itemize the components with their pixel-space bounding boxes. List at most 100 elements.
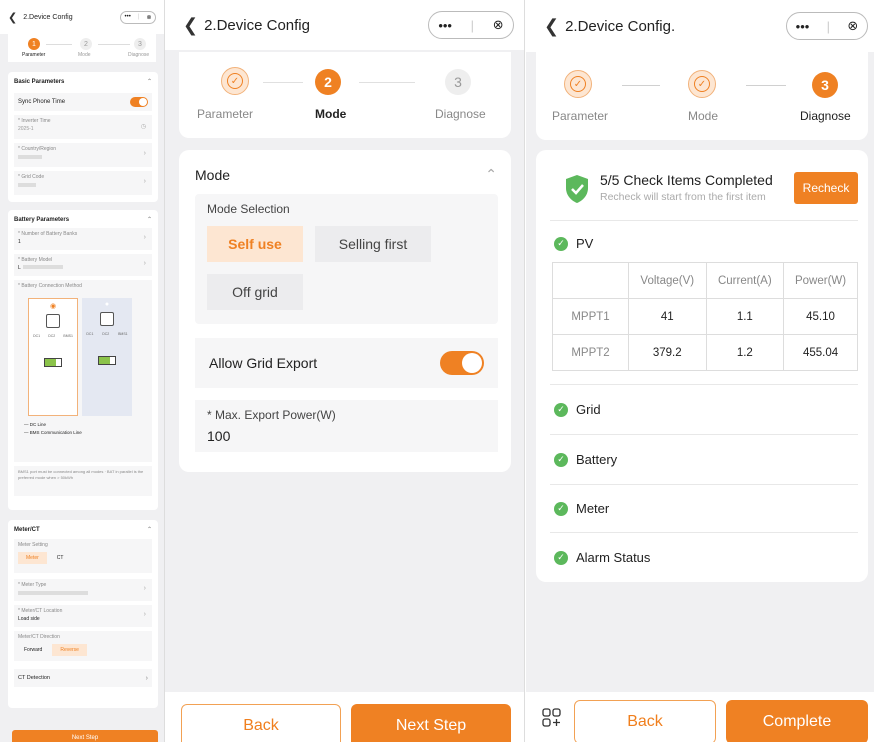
- chevron-up-icon[interactable]: ⌃: [147, 526, 152, 533]
- battery-parameters-header: Battery Parameters ⌃: [14, 216, 152, 224]
- option-meter[interactable]: Meter: [18, 552, 47, 564]
- complete-button[interactable]: Complete: [726, 700, 868, 742]
- chevron-up-icon[interactable]: ⌃: [147, 78, 152, 85]
- divider: [550, 484, 858, 485]
- back-button[interactable]: ❮ 2.Device Config: [8, 11, 73, 24]
- close-icon[interactable]: ⊗: [847, 18, 858, 34]
- mode-option-self-use[interactable]: Self use: [207, 226, 303, 262]
- stepper: ✓ ✓ 3 Parameter Mode Diagnose: [536, 52, 868, 140]
- mode-option-off-grid[interactable]: Off grid: [207, 274, 303, 310]
- option-forward[interactable]: Forward: [18, 644, 48, 656]
- recheck-button[interactable]: Recheck: [794, 172, 858, 204]
- step-1-done: ✓: [221, 67, 249, 95]
- battery-model-field[interactable]: * Battery Model L ›: [14, 254, 152, 276]
- step-1-circle: 1: [28, 38, 40, 50]
- middle-panel: ❮ 2.Device Config ••• | ⊗ ✓ 2 3 Parameter …: [165, 0, 525, 742]
- meter-ct-header: Meter/CT ⌃: [14, 526, 152, 534]
- back-button[interactable]: ❮ 2.Device Config.: [544, 16, 675, 37]
- ct-detection-label: CT Detection: [18, 675, 50, 681]
- chevron-left-icon: ❮: [544, 15, 560, 36]
- next-step-button[interactable]: Next Step: [351, 704, 511, 742]
- clock-icon: ◷: [140, 124, 146, 130]
- battery-parameters-card: Battery Parameters ⌃ * Number of Battery …: [8, 210, 158, 510]
- step-connector: [622, 85, 660, 86]
- more-icon[interactable]: •••: [125, 14, 131, 20]
- ct-detection-row[interactable]: CT Detection ›: [14, 669, 152, 687]
- country-region-field[interactable]: * Country/Region ›: [14, 143, 152, 167]
- connection-option-2[interactable]: ● DC1 DC2 BMS1: [82, 298, 132, 416]
- checkmark-icon: ✓: [694, 76, 710, 92]
- step-2-active: 2: [315, 69, 341, 95]
- meter-type-field[interactable]: * Meter Type ›: [14, 579, 152, 601]
- more-icon[interactable]: •••: [796, 19, 810, 34]
- more-icon[interactable]: •••: [438, 18, 452, 33]
- chevron-up-icon[interactable]: ⌃: [485, 166, 497, 183]
- port-label: DC1: [86, 332, 94, 336]
- legend-dc-line: — DC Line: [24, 422, 47, 427]
- mode-card: Mode ⌃ Mode Selection Self use Selling f…: [179, 150, 511, 472]
- meter-location-field[interactable]: * Meter/CT Location Load side ›: [14, 605, 152, 627]
- table-cell: MPPT2: [552, 334, 629, 371]
- section-title: Basic Parameters: [14, 78, 65, 85]
- radio-icon: ●: [104, 301, 110, 308]
- close-icon[interactable]: ⊗: [493, 17, 504, 33]
- table-cell: 455.04: [783, 334, 858, 371]
- meter-ct-card: Meter/CT ⌃ Meter Setting Meter CT * Meter…: [8, 520, 158, 708]
- table-header-row: Voltage(V) Current(A) Power(W): [552, 262, 858, 299]
- chevron-up-icon[interactable]: ⌃: [147, 216, 152, 223]
- battery-banks-field[interactable]: * Number of Battery Banks 1 ›: [14, 228, 152, 250]
- field-label: * Battery Connection Method: [18, 283, 82, 289]
- step-2-label: Mode: [688, 109, 719, 123]
- table-cell: 45.10: [783, 298, 858, 335]
- step-3-label: Diagnose: [800, 109, 851, 123]
- field-label: * Max. Export Power(W): [207, 408, 336, 422]
- port-label: DC2: [102, 332, 110, 336]
- footer-bar: Back Complete: [526, 692, 874, 742]
- next-step-button[interactable]: Next Step: [12, 730, 158, 742]
- basic-parameters-card: Basic Parameters ⌃ Sync Phone Time * Inve…: [8, 72, 158, 202]
- mode-selection-box: Mode Selection Self use Selling first Of…: [195, 194, 498, 324]
- mode-option-selling-first[interactable]: Selling first: [315, 226, 431, 262]
- step-connector: [746, 85, 786, 86]
- redacted-value: [18, 155, 42, 159]
- connection-option-1[interactable]: ◉ DC1 DC2 BMS1: [28, 298, 78, 416]
- redacted-value: [22, 265, 63, 269]
- port-labels: DC1 DC2 BMS1: [29, 334, 77, 338]
- max-export-power-field[interactable]: * Max. Export Power(W) 100: [195, 400, 498, 452]
- field-label: * Number of Battery Banks: [18, 231, 78, 237]
- back-button[interactable]: ❮ 2.Device Config: [183, 15, 310, 36]
- legend-bms-line: — BMS Communication Line: [24, 430, 82, 435]
- step-3-active: 3: [812, 72, 838, 98]
- check-item-label: PV: [576, 236, 594, 251]
- battery-icon: [98, 356, 116, 365]
- allow-grid-export-toggle[interactable]: [440, 351, 484, 375]
- add-widget-icon[interactable]: [542, 708, 562, 728]
- close-icon[interactable]: ⊗: [146, 14, 151, 21]
- meter-setting-options: Meter CT: [18, 552, 148, 564]
- inverter-time-field[interactable]: * Inverter Time 2025-1 ◷: [14, 115, 152, 139]
- field-value-row: L: [18, 265, 148, 271]
- option-reverse[interactable]: Reverse: [52, 644, 87, 656]
- mini-program-capsule: ••• | ⊗: [786, 12, 868, 40]
- chevron-right-icon: ›: [143, 178, 146, 185]
- check-item-grid: ✓ Grid: [554, 402, 601, 417]
- option-ct[interactable]: CT: [51, 552, 70, 564]
- check-item-meter: ✓ Meter: [554, 501, 609, 516]
- back-step-button[interactable]: Back: [574, 700, 716, 742]
- back-step-button[interactable]: Back: [181, 704, 341, 742]
- section-title: Meter/CT: [14, 526, 40, 533]
- field-value: 100: [207, 428, 231, 444]
- check-item-label: Grid: [576, 402, 601, 417]
- table-cell: 1.2: [705, 334, 785, 371]
- basic-parameters-header: Basic Parameters ⌃: [14, 78, 152, 86]
- step-1-label: Parameter: [197, 107, 254, 121]
- field-label: Meter Setting: [18, 542, 48, 548]
- field-label: * Inverter Time: [18, 118, 51, 124]
- port-label: BMS1: [63, 334, 73, 338]
- summary-subtitle: Recheck will start from the first item: [600, 191, 766, 203]
- field-value: Load side: [18, 616, 40, 622]
- grid-code-field[interactable]: * Grid Code ›: [14, 171, 152, 195]
- left-header: ❮ 2.Device Config ••• | ⊗: [0, 0, 164, 34]
- field-label: * Meter Type: [18, 582, 47, 588]
- sync-toggle[interactable]: [130, 97, 148, 107]
